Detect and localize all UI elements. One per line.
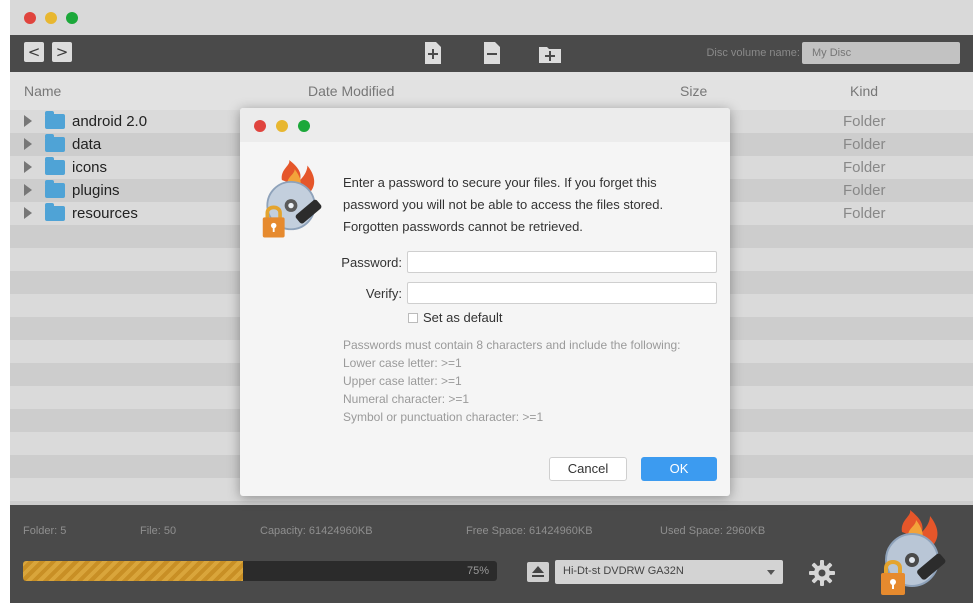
disclosure-triangle-icon[interactable] (24, 138, 32, 150)
dialog-zoom-button[interactable] (298, 120, 310, 132)
rule-symbol: Symbol or punctuation character: >=1 (343, 410, 544, 424)
column-header-date-modified[interactable]: Date Modified (308, 83, 394, 99)
column-header-name[interactable]: Name (24, 83, 61, 99)
dialog-titlebar (240, 108, 730, 142)
dialog-minimize-button[interactable] (276, 120, 288, 132)
password-label: Password: (341, 255, 402, 270)
status-bar: Folder: 5 File: 50 Capacity: 61424960KB … (10, 505, 973, 603)
file-kind: Folder (843, 113, 886, 130)
file-name: plugins (72, 182, 120, 199)
password-field[interactable] (407, 251, 717, 273)
drive-select-value: Hi-Dt-st DVDRW GA32N (563, 565, 684, 577)
rule-upper: Upper case latter: >=1 (343, 374, 462, 388)
folder-icon (45, 157, 65, 175)
verify-label: Verify: (365, 286, 402, 301)
verify-field[interactable] (407, 282, 717, 304)
disclosure-triangle-icon[interactable] (24, 184, 32, 196)
chevron-right-icon: > (55, 43, 69, 61)
progress-percent: 75% (466, 565, 489, 577)
cancel-button[interactable]: Cancel (549, 457, 627, 481)
file-kind: Folder (843, 182, 886, 199)
free-space-readout: Free Space: 61424960KB (466, 525, 593, 537)
close-window-button[interactable] (24, 12, 36, 24)
disclosure-triangle-icon[interactable] (24, 161, 32, 173)
folder-icon (45, 203, 65, 221)
app-logo-icon (881, 510, 946, 595)
capacity-readout: Capacity: 61424960KB (260, 525, 373, 537)
new-folder-icon[interactable] (537, 41, 563, 65)
file-name: android 2.0 (72, 113, 148, 130)
forward-button[interactable]: > (52, 42, 72, 62)
back-button[interactable]: < (24, 42, 44, 62)
drive-select[interactable]: Hi-Dt-st DVDRW GA32N (555, 560, 783, 584)
folder-icon (45, 134, 65, 152)
file-name: data (72, 136, 102, 153)
window-titlebar (10, 0, 973, 35)
disclosure-triangle-icon[interactable] (24, 115, 32, 127)
rule-lower: Lower case letter: >=1 (343, 356, 462, 370)
column-header-size[interactable]: Size (680, 83, 707, 99)
password-dialog: Enter a password to secure your files. I… (240, 108, 730, 496)
remove-file-icon[interactable] (481, 41, 503, 65)
dialog-close-button[interactable] (254, 120, 266, 132)
file-count: File: 50 (140, 525, 177, 537)
rule-numeral: Numeral character: >=1 (343, 392, 470, 406)
app-logo-icon (262, 160, 322, 238)
file-kind: Folder (843, 205, 886, 222)
disc-volume-input[interactable] (802, 42, 960, 64)
used-space-readout: Used Space: 2960KB (660, 525, 766, 537)
column-header-row: Name Date Modified Size Kind (10, 72, 973, 110)
toolbar: < > Disc volume name: (10, 35, 973, 72)
add-file-icon[interactable] (422, 41, 444, 65)
column-header-kind[interactable]: Kind (850, 83, 878, 99)
folder-icon (45, 180, 65, 198)
gear-icon[interactable] (808, 559, 836, 587)
zoom-window-button[interactable] (66, 12, 78, 24)
app-window: < > Disc volume name: Name Date Modified… (10, 0, 973, 603)
set-default-checkbox[interactable] (408, 313, 418, 323)
password-rules: Passwords must contain 8 characters and … (343, 336, 681, 426)
eject-button[interactable] (527, 562, 549, 582)
progress-fill (23, 561, 244, 581)
rules-intro: Passwords must contain 8 characters and … (343, 338, 681, 352)
disc-volume-label: Disc volume name: (706, 47, 800, 59)
disclosure-triangle-icon[interactable] (24, 207, 32, 219)
chevron-left-icon: < (27, 43, 41, 61)
dialog-message: Enter a password to secure your files. I… (343, 175, 664, 234)
file-kind: Folder (843, 159, 886, 176)
minimize-window-button[interactable] (45, 12, 57, 24)
file-name: icons (72, 159, 108, 176)
folder-count: Folder: 5 (23, 525, 67, 537)
file-kind: Folder (843, 136, 886, 153)
capacity-progress-bar: 75% (23, 561, 497, 581)
folder-icon (45, 111, 65, 129)
chevron-down-icon (767, 570, 775, 575)
set-default-label[interactable]: Set as default (423, 310, 503, 325)
file-name: resources (72, 205, 138, 222)
ok-button[interactable]: OK (641, 457, 717, 481)
